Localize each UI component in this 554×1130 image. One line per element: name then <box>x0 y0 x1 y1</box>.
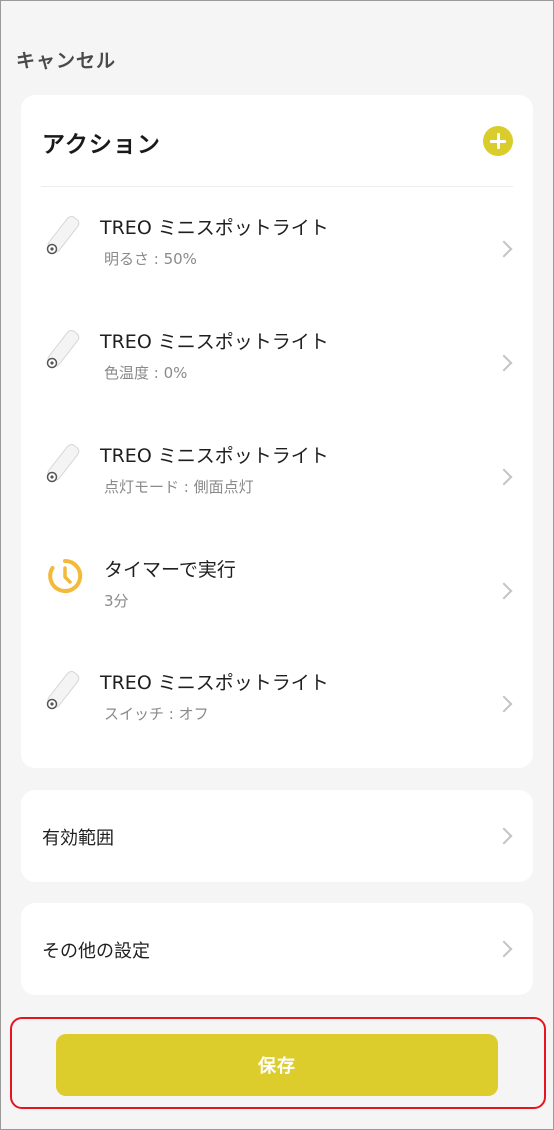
action-subtitle: スイッチ : オフ <box>104 705 209 723</box>
spotlight-icon <box>46 671 80 710</box>
action-subtitle: 点灯モード : 側面点灯 <box>104 478 254 496</box>
action-subtitle: 明るさ : 50% <box>104 250 197 268</box>
action-row-brightness[interactable]: TREO ミニスポットライト 明るさ : 50% <box>21 203 533 293</box>
spotlight-icon <box>46 444 80 483</box>
timer-icon <box>48 558 83 593</box>
spotlight-icon <box>46 216 80 255</box>
action-row-lighting-mode[interactable]: TREO ミニスポットライト 点灯モード : 側面点灯 <box>21 431 533 521</box>
effective-range-label: 有効範囲 <box>42 828 114 849</box>
actions-title: アクション <box>42 132 161 158</box>
action-subtitle: 色温度 : 0% <box>104 364 188 382</box>
add-action-button[interactable] <box>483 126 513 156</box>
action-title: TREO ミニスポットライト <box>100 672 329 694</box>
chevron-right-icon <box>495 940 513 958</box>
chevron-right-icon <box>495 582 513 600</box>
other-settings-row[interactable]: その他の設定 <box>21 903 533 995</box>
action-row-color-temperature[interactable]: TREO ミニスポットライト 色温度 : 0% <box>21 317 533 407</box>
chevron-right-icon <box>495 827 513 845</box>
chevron-right-icon <box>495 468 513 486</box>
chevron-right-icon <box>495 354 513 372</box>
actions-card: アクション TREO ミニスポットライト 明るさ : 50% TREO ミニスポ… <box>21 95 533 768</box>
cancel-button[interactable]: キャンセル <box>16 46 116 73</box>
action-title: TREO ミニスポットライト <box>100 217 329 239</box>
effective-range-row[interactable]: 有効範囲 <box>21 790 533 882</box>
spotlight-icon <box>46 330 80 369</box>
divider <box>41 186 513 187</box>
other-settings-label: その他の設定 <box>42 941 150 962</box>
action-title: タイマーで実行 <box>104 559 236 581</box>
action-title: TREO ミニスポットライト <box>100 445 329 467</box>
action-subtitle: 3分 <box>104 592 129 610</box>
action-row-timer[interactable]: タイマーで実行 3分 <box>21 545 533 635</box>
action-row-switch[interactable]: TREO ミニスポットライト スイッチ : オフ <box>21 658 533 748</box>
save-button[interactable]: 保存 <box>56 1034 498 1096</box>
action-title: TREO ミニスポットライト <box>100 331 329 353</box>
chevron-right-icon <box>495 240 513 258</box>
chevron-right-icon <box>495 695 513 713</box>
